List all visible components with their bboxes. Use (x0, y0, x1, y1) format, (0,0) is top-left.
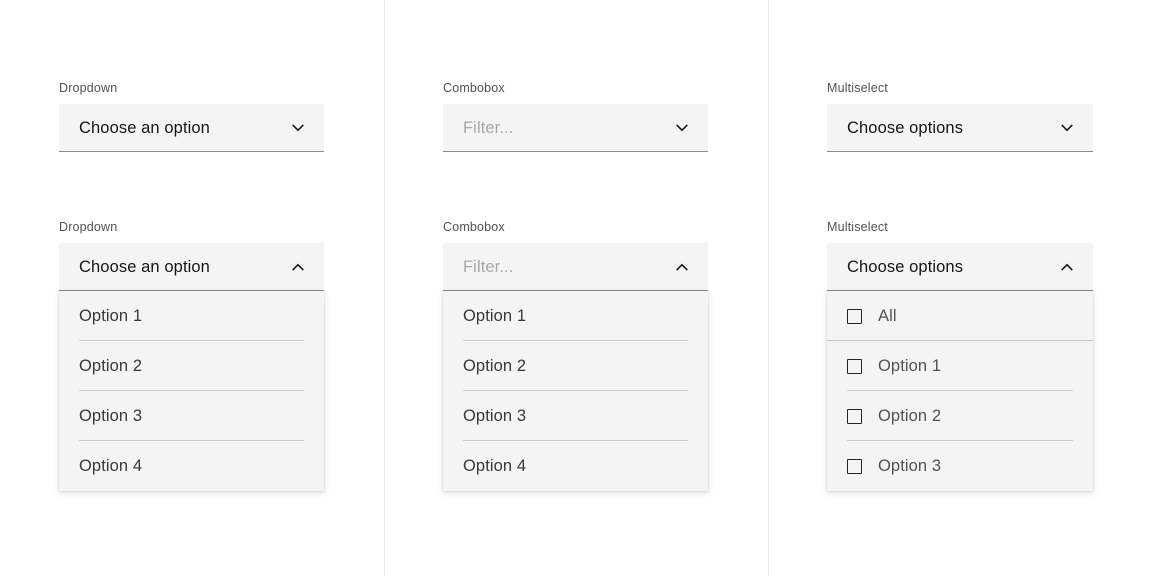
multiselect-closed-value: Choose options (847, 118, 964, 137)
dropdown-closed-value: Choose an option (79, 118, 210, 137)
list-item[interactable]: Option 1 (827, 341, 1093, 391)
multiselect-closed-group: Multiselect Choose options (827, 80, 1093, 152)
list-item-label: Option 1 (79, 307, 143, 325)
list-item-label: Option 3 (79, 407, 143, 425)
column-divider-2 (768, 0, 769, 576)
dropdown-closed-group: Dropdown Choose an option (59, 80, 324, 152)
column-dropdown: Dropdown Choose an option Dropdown Choos… (59, 0, 324, 576)
dropdown-closed-trigger[interactable]: Choose an option (59, 104, 324, 152)
list-item[interactable]: Option 3 (443, 391, 708, 441)
list-item[interactable]: Option 4 (443, 441, 708, 491)
column-multiselect: Multiselect Choose options Multiselect C… (827, 0, 1093, 576)
dropdown-open-group: Dropdown Choose an option Option 1 Optio… (59, 219, 324, 491)
list-item[interactable]: Option 1 (443, 291, 708, 341)
combobox-open-trigger[interactable]: Filter... (443, 243, 708, 291)
list-item-label: Option 4 (79, 457, 143, 475)
chevron-up-icon[interactable] (1058, 258, 1076, 276)
checkbox-unchecked-icon[interactable] (847, 308, 862, 324)
multiselect-open-control: Choose options All Option 1 Option 2 Opt… (827, 243, 1093, 491)
chevron-up-icon[interactable] (289, 258, 307, 276)
list-item[interactable]: Option 3 (59, 391, 324, 441)
list-item-label: Option 2 (463, 357, 527, 375)
combobox-closed-group: Combobox Filter... (443, 80, 708, 152)
list-item-label: Option 4 (463, 457, 527, 475)
list-item-label: Option 3 (463, 407, 527, 425)
checkbox-unchecked-icon[interactable] (847, 458, 862, 474)
multiselect-open-group: Multiselect Choose options All Option 1 … (827, 219, 1093, 491)
checkbox-unchecked-icon[interactable] (847, 408, 862, 424)
dropdown-listbox[interactable]: Option 1 Option 2 Option 3 Option 4 (59, 291, 324, 491)
dropdown-open-label: Dropdown (59, 220, 118, 234)
combobox-open-label: Combobox (443, 220, 505, 234)
list-item-label: Option 1 (463, 307, 527, 325)
column-divider-1 (384, 0, 385, 576)
multiselect-closed-trigger[interactable]: Choose options (827, 104, 1093, 152)
dropdown-open-control: Choose an option Option 1 Option 2 Optio… (59, 243, 324, 491)
component-showcase-canvas: Dropdown Choose an option Dropdown Choos… (0, 0, 1152, 576)
dropdown-open-value: Choose an option (79, 257, 210, 276)
combobox-open-group: Combobox Filter... Option 1 Option 2 Opt… (443, 219, 708, 491)
list-item[interactable]: Option 2 (59, 341, 324, 391)
list-item-select-all[interactable]: All (827, 291, 1093, 341)
column-combobox: Combobox Filter... Combobox Filter... Op… (443, 0, 708, 576)
multiselect-closed-label: Multiselect (827, 81, 888, 95)
dropdown-open-trigger[interactable]: Choose an option (59, 243, 324, 291)
checkbox-unchecked-icon[interactable] (847, 358, 862, 374)
combobox-filter-input[interactable]: Filter... (463, 118, 673, 138)
dropdown-closed-control: Choose an option (59, 104, 324, 152)
list-item[interactable]: Option 1 (59, 291, 324, 341)
multiselect-open-trigger[interactable]: Choose options (827, 243, 1093, 291)
dropdown-closed-label: Dropdown (59, 81, 118, 95)
list-item-label: Option 2 (878, 407, 942, 425)
list-item[interactable]: Option 2 (443, 341, 708, 391)
list-item-label: Option 1 (878, 357, 942, 375)
list-item-label: All (878, 307, 897, 325)
multiselect-listbox[interactable]: All Option 1 Option 2 Option 3 (827, 291, 1093, 491)
list-item[interactable]: Option 3 (827, 441, 1093, 491)
chevron-up-icon[interactable] (673, 258, 691, 276)
chevron-down-icon[interactable] (1058, 119, 1076, 137)
combobox-closed-label: Combobox (443, 81, 505, 95)
chevron-down-icon[interactable] (673, 119, 691, 137)
combobox-closed-trigger[interactable]: Filter... (443, 104, 708, 152)
multiselect-closed-control: Choose options (827, 104, 1093, 152)
multiselect-open-value: Choose options (847, 257, 964, 276)
list-item[interactable]: Option 2 (827, 391, 1093, 441)
chevron-down-icon[interactable] (289, 119, 307, 137)
combobox-open-control: Filter... Option 1 Option 2 Option 3 Opt… (443, 243, 708, 491)
multiselect-open-label: Multiselect (827, 220, 888, 234)
combobox-closed-control: Filter... (443, 104, 708, 152)
list-item-label: Option 3 (878, 457, 942, 475)
combobox-filter-input[interactable]: Filter... (463, 257, 673, 277)
combobox-listbox[interactable]: Option 1 Option 2 Option 3 Option 4 (443, 291, 708, 491)
list-item[interactable]: Option 4 (59, 441, 324, 491)
list-item-label: Option 2 (79, 357, 143, 375)
